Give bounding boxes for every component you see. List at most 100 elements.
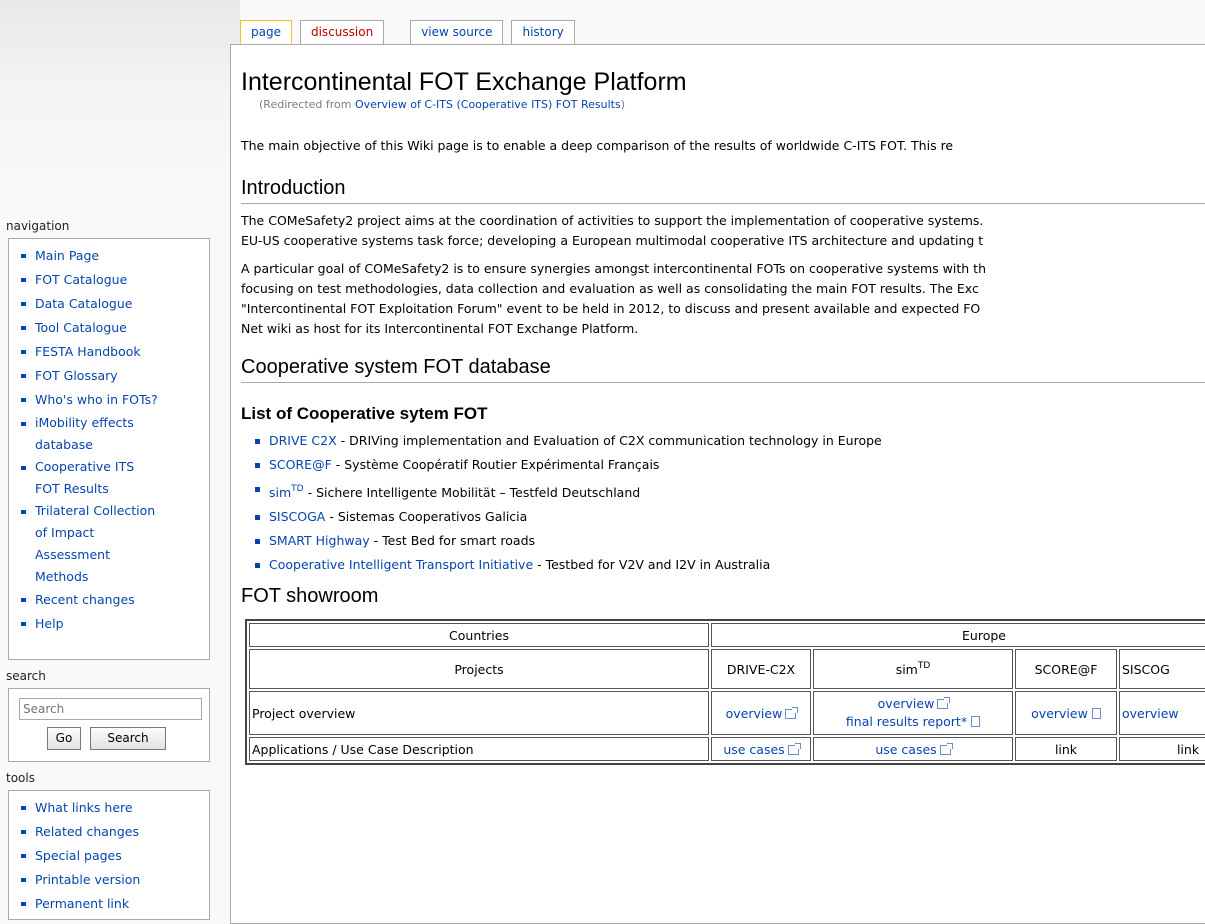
sidebar-item-what-links-here[interactable]: What links here (21, 796, 209, 820)
fot-link[interactable]: SISCOGA (269, 509, 325, 524)
report-link[interactable]: final results report* (846, 714, 967, 729)
sidebar-item-label[interactable]: What links here (35, 800, 133, 815)
sidebar-item-fot-glossary[interactable]: FOT Glossary (21, 364, 209, 388)
sidebar-item-label-line[interactable]: iMobility effects (35, 415, 134, 430)
sidebar-item-label[interactable]: FOT Catalogue (35, 272, 127, 287)
sidebar-item-label-line[interactable]: Cooperative ITS (35, 459, 134, 474)
overview-link[interactable]: overview (1122, 706, 1179, 721)
go-button[interactable]: Go (47, 727, 81, 750)
introduction-line: focusing on test methodologies, data col… (241, 281, 979, 296)
sidebar-item-help[interactable]: Help (21, 612, 209, 636)
tab-discussion-label[interactable]: discussion (311, 25, 373, 39)
sidebar-item-special-pages[interactable]: Special pages (21, 844, 209, 868)
fot-list: DRIVE C2X - DRIVing implementation and E… (241, 429, 1205, 577)
fot-link-text[interactable]: sim (269, 485, 291, 500)
navigation-portlet: Main Page FOT Catalogue Data Catalogue T… (8, 238, 210, 660)
search-portlet: Go Search (8, 688, 210, 762)
content-area: Intercontinental FOT Exchange Platform (… (230, 44, 1205, 924)
fot-link[interactable]: SMART Highway (269, 533, 370, 548)
sidebar-item-label[interactable]: Cooperative ITS FOT Results (35, 459, 134, 496)
list-item: SCORE@F - Système Coopératif Routier Exp… (255, 453, 1205, 477)
tab-discussion[interactable]: discussion (299, 20, 385, 44)
sidebar-item-label[interactable]: Main Page (35, 248, 99, 263)
heading-list: List of Cooperative sytem FOT (241, 404, 488, 423)
fot-link[interactable]: SCORE@F (269, 457, 332, 472)
overview-link[interactable]: overview (878, 696, 935, 711)
sidebar-item-festa-handbook[interactable]: FESTA Handbook (21, 340, 209, 364)
sidebar-item-label[interactable]: iMobility effects database (35, 415, 134, 452)
sidebar-item-tool-catalogue[interactable]: Tool Catalogue (21, 316, 209, 340)
sidebar-item-related-changes[interactable]: Related changes (21, 820, 209, 844)
sidebar-item-recent-changes[interactable]: Recent changes (21, 588, 209, 612)
introduction-line: Net wiki as host for its Intercontinenta… (241, 321, 639, 336)
sidebar-item-fot-catalogue[interactable]: FOT Catalogue (21, 268, 209, 292)
fot-desc: - Sistemas Cooperativos Galicia (325, 509, 528, 524)
redirect-link[interactable]: Overview of C-ITS (Cooperative ITS) FOT … (355, 98, 621, 111)
table-cell: use cases (711, 737, 811, 761)
fot-desc: - Test Bed for smart roads (369, 533, 536, 548)
document-icon (1091, 707, 1101, 719)
sidebar-item-label[interactable]: Related changes (35, 824, 139, 839)
use-cases-link[interactable]: use cases (723, 742, 784, 757)
external-link-icon (785, 706, 799, 719)
project-name: sim (895, 662, 918, 677)
table-row: Projects DRIVE-C2X simTD SCORE@F SISCOG (249, 649, 1205, 689)
list-item: Cooperative Intelligent Transport Initia… (255, 553, 1205, 577)
search-button[interactable]: Search (90, 727, 166, 750)
fot-desc: - DRIVing implementation and Evaluation … (336, 433, 882, 448)
sidebar-item-label[interactable]: Special pages (35, 848, 122, 863)
sidebar-item-cooperative-its[interactable]: Cooperative ITS FOT Results (21, 456, 209, 500)
list-item: DRIVE C2X - DRIVing implementation and E… (255, 429, 1205, 453)
tab-view-source[interactable]: view source (410, 20, 504, 44)
sidebar-item-trilateral[interactable]: Trilateral Collection of Impact Assessment… (21, 500, 209, 588)
overview-link[interactable]: overview (726, 706, 783, 721)
fot-link[interactable]: simTD (269, 484, 304, 500)
tools-title: tools (6, 771, 35, 785)
table-cell: link (1119, 737, 1205, 761)
sidebar-item-label[interactable]: Printable version (35, 872, 140, 887)
sidebar-item-label[interactable]: Recent changes (35, 592, 135, 607)
tab-page-label[interactable]: page (251, 25, 281, 39)
fot-link-sup[interactable]: TD (291, 484, 303, 494)
navigation-title: navigation (6, 219, 70, 233)
list-item: SMART Highway - Test Bed for smart roads (255, 529, 1205, 553)
sidebar-item-main-page[interactable]: Main Page (21, 244, 209, 268)
sidebar-item-permanent-link[interactable]: Permanent link (21, 892, 209, 916)
sidebar-item-label[interactable]: FOT Glossary (35, 368, 118, 383)
sidebar-item-imobility[interactable]: iMobility effects database (21, 412, 209, 456)
tab-view-source-label[interactable]: view source (421, 25, 492, 39)
page-tabs: page discussion view source history (240, 20, 585, 45)
introduction-line: EU-US cooperative systems task force; de… (241, 233, 984, 248)
fot-link[interactable]: DRIVE C2X (269, 433, 337, 448)
heading-introduction: Introduction (241, 175, 1205, 204)
sidebar-item-label[interactable]: Tool Catalogue (35, 320, 127, 335)
overview-link[interactable]: overview (1031, 706, 1088, 721)
intro-paragraph: The main objective of this Wiki page is … (241, 138, 954, 153)
introduction-line: "Intercontinental FOT Exploitation Forum… (241, 301, 981, 316)
sidebar-item-label[interactable]: Trilateral Collection of Impact Assessment… (35, 503, 155, 584)
sidebar-item-label[interactable]: Data Catalogue (35, 296, 132, 311)
sidebar-item-label[interactable]: Who's who in FOTs? (35, 392, 158, 407)
tab-history-label[interactable]: history (522, 25, 563, 39)
heading-database: Cooperative system FOT database (241, 354, 1205, 383)
tab-history[interactable]: history (511, 20, 575, 44)
tab-page[interactable]: page (240, 20, 292, 44)
sidebar-item-label-line[interactable]: of Impact (35, 525, 94, 540)
sidebar-item-data-catalogue[interactable]: Data Catalogue (21, 292, 209, 316)
sidebar-item-label-line[interactable]: Assessment (35, 547, 110, 562)
sidebar-item-label[interactable]: Permanent link (35, 896, 129, 911)
use-cases-link[interactable]: use cases (875, 742, 936, 757)
table-cell: Countries (249, 623, 709, 647)
sidebar-item-label[interactable]: FESTA Handbook (35, 344, 141, 359)
sidebar-item-label-line[interactable]: database (35, 437, 93, 452)
search-input[interactable] (19, 698, 202, 720)
sidebar-item-printable-version[interactable]: Printable version (21, 868, 209, 892)
fot-link[interactable]: Cooperative Intelligent Transport Initia… (269, 557, 533, 572)
external-link-icon (939, 742, 953, 755)
sidebar-item-label-line[interactable]: Trilateral Collection (35, 503, 155, 518)
table-cell: overview (1015, 691, 1117, 735)
sidebar-item-label[interactable]: Help (35, 616, 64, 631)
sidebar-item-label-line[interactable]: Methods (35, 569, 88, 584)
sidebar-item-label-line[interactable]: FOT Results (35, 481, 109, 496)
sidebar-item-whos-who[interactable]: Who's who in FOTs? (21, 388, 209, 412)
